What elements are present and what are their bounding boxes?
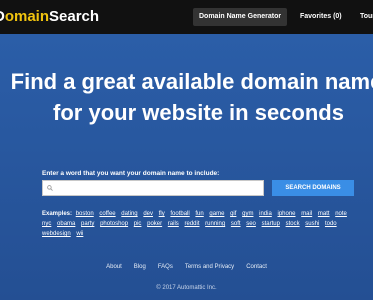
footer-link[interactable]: Blog <box>134 264 146 270</box>
nav-tour[interactable]: Tour <box>360 8 373 26</box>
example-link[interactable]: todo <box>325 221 337 227</box>
footer-link[interactable]: Terms and Privacy <box>185 264 234 270</box>
example-link[interactable]: matt <box>318 211 330 217</box>
search-prompt-label: Enter a word that you want your domain n… <box>42 170 220 177</box>
example-link[interactable]: sushi <box>305 221 319 227</box>
example-link[interactable]: india <box>259 211 272 217</box>
example-link[interactable]: soft <box>231 221 241 227</box>
example-link[interactable]: stock <box>286 221 300 227</box>
footer-link[interactable]: FAQs <box>158 264 173 270</box>
example-link[interactable]: fly <box>159 211 165 217</box>
example-link[interactable]: football <box>170 211 189 217</box>
copyright: © 2017 Automattic Inc. <box>156 285 217 291</box>
search-domains-button[interactable]: SEARCH DOMAINS <box>272 180 354 196</box>
examples-label: Examples: <box>42 211 73 217</box>
nav-domain-name-generator[interactable]: Domain Name Generator <box>193 8 288 26</box>
headline-line-2: for your website in seconds <box>53 100 344 125</box>
example-link[interactable]: fun <box>195 211 203 217</box>
example-link[interactable]: mail <box>301 211 312 217</box>
example-link[interactable]: wii <box>76 231 83 237</box>
example-link[interactable]: dev <box>143 211 153 217</box>
example-link[interactable]: poker <box>147 221 162 227</box>
example-link[interactable]: iphone <box>277 211 295 217</box>
example-link[interactable]: reddit <box>184 221 199 227</box>
example-link[interactable]: coffee <box>99 211 115 217</box>
example-link[interactable]: rails <box>168 221 179 227</box>
example-link[interactable]: gym <box>242 211 253 217</box>
headline-line-1: Find a great available domain name <box>10 69 373 94</box>
logo-rest: Search <box>49 8 100 25</box>
search-icon <box>47 185 53 191</box>
example-link[interactable]: pic <box>134 221 142 227</box>
example-link[interactable]: nyc <box>42 221 51 227</box>
footer-link[interactable]: Contact <box>246 264 267 270</box>
example-link[interactable]: dating <box>121 211 137 217</box>
top-navigation-bar: DomainSearch Domain Name Generator Favor… <box>0 0 373 34</box>
example-link[interactable]: photoshop <box>100 221 128 227</box>
example-link[interactable]: webdesign <box>42 231 71 237</box>
nav-favorites[interactable]: Favorites (0) <box>300 8 342 26</box>
example-link[interactable]: seo <box>246 221 256 227</box>
search-input[interactable] <box>57 184 261 201</box>
search-field[interactable] <box>42 180 264 201</box>
footer-link[interactable]: About <box>106 264 122 270</box>
example-link[interactable]: note <box>335 211 347 217</box>
logo-accent: omain <box>4 8 50 25</box>
example-link[interactable]: boston <box>76 211 94 217</box>
example-link[interactable]: party <box>81 221 94 227</box>
example-link[interactable]: running <box>205 221 225 227</box>
footer-links: About Blog FAQs Terms and Privacy Contact <box>0 264 373 270</box>
example-link[interactable]: startup <box>262 221 280 227</box>
logo[interactable]: DomainSearch <box>0 7 99 27</box>
example-link[interactable]: game <box>209 211 224 217</box>
examples-list: Examples: boston coffee dating dev fly f… <box>42 209 357 239</box>
example-link[interactable]: obama <box>57 221 75 227</box>
example-link[interactable]: gif <box>230 211 236 217</box>
